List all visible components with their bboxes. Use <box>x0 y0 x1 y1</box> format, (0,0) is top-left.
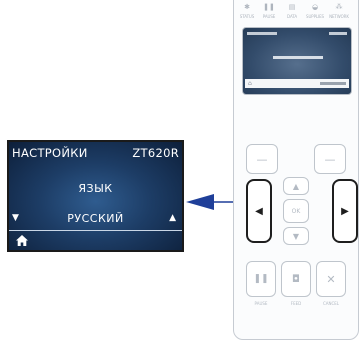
left-select-button[interactable]: — <box>246 144 278 174</box>
pause-caption: PAUSE <box>254 301 268 306</box>
left-arrow-icon: ◀ <box>255 205 263 217</box>
data-indicator: ▤ DATA <box>281 3 303 19</box>
panel-display: ⌂ <box>242 27 352 95</box>
right-select-button[interactable]: — <box>314 144 346 174</box>
printer-control-panel: ✱ STATUS ❚❚ PAUSE ▤ DATA ◒ SUPPLIES ⁂ NE… <box>233 0 359 340</box>
feed-caption: FEED <box>290 301 302 306</box>
network-indicator: ⁂ NETWORK <box>328 3 350 19</box>
status-indicator: ✱ STATUS <box>236 3 258 19</box>
supplies-icon: ◒ <box>311 3 319 11</box>
mini-home-icon: ⌂ <box>248 80 252 87</box>
pause-indicator-label: PAUSE <box>262 14 276 19</box>
pause-indicator-icon: ❚❚ <box>263 3 275 11</box>
pause-button[interactable]: ❚❚ <box>246 261 276 297</box>
cancel-caption: CANCEL <box>322 301 340 306</box>
down-arrow-button[interactable]: ▼ <box>283 227 309 245</box>
data-icon: ▤ <box>288 3 296 11</box>
pause-indicator: ❚❚ PAUSE <box>258 3 280 19</box>
network-icon: ⁂ <box>335 3 343 11</box>
data-label: DATA <box>287 14 297 19</box>
status-label: STATUS <box>239 14 255 19</box>
cancel-button[interactable]: ✕ <box>316 261 346 297</box>
supplies-label: SUPPLIES <box>306 14 324 19</box>
ok-button[interactable]: OK <box>283 199 309 223</box>
up-arrow-button[interactable]: ▲ <box>283 177 309 195</box>
supplies-indicator: ◒ SUPPLIES <box>304 3 326 19</box>
right-arrow-button[interactable]: ▶ <box>332 179 358 243</box>
status-icon: ✱ <box>244 3 250 11</box>
right-arrow-icon: ▶ <box>341 205 349 217</box>
feed-button[interactable]: ◘ <box>281 261 311 297</box>
left-arrow-button[interactable]: ◀ <box>246 179 272 243</box>
network-label: NETWORK <box>329 14 349 19</box>
